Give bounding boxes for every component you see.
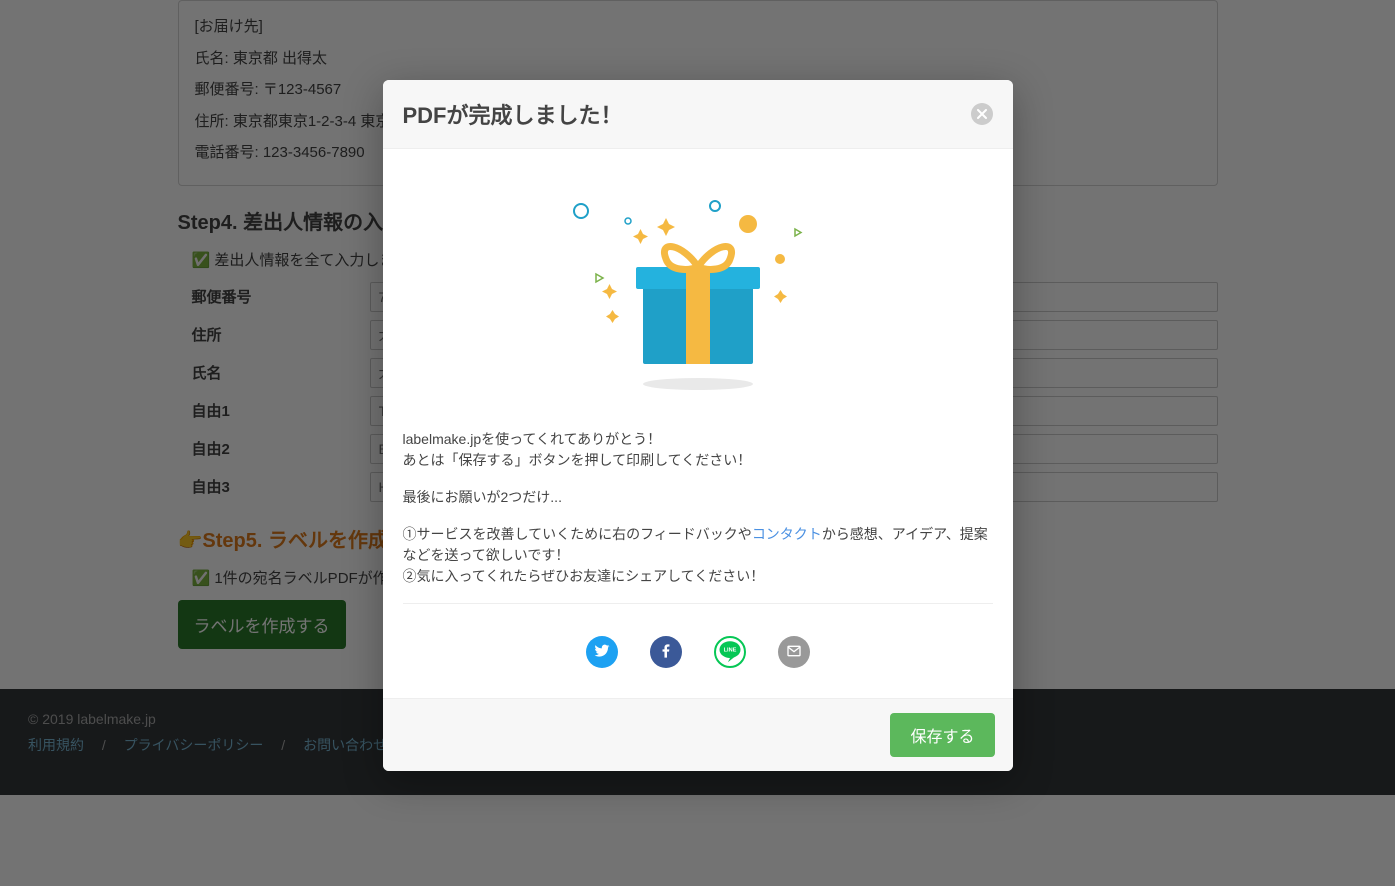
pdf-complete-modal: PDFが完成しました！ (383, 80, 1013, 771)
share-email-button[interactable] (778, 636, 810, 668)
modal-title: PDFが完成しました！ (403, 98, 623, 130)
share-line-button[interactable]: LINE (714, 636, 746, 668)
modal-text-ask1: ①サービスを改善していくために右のフィードバックやコンタクトから感想、アイデア、… (403, 524, 993, 566)
contact-link[interactable]: コンタクト (752, 526, 822, 542)
twitter-icon (594, 643, 610, 662)
modal-text-ask2: ②気に入ってくれたらぜひお友達にシェアしてください！ (403, 566, 993, 587)
save-button[interactable]: 保存する (890, 713, 994, 757)
modal-text-instruction: あとは「保存する」ボタンを押して印刷してください！ (403, 450, 993, 471)
line-icon: LINE (716, 637, 744, 668)
modal-text-asks-intro: 最後にお願いが2つだけ... (403, 487, 993, 508)
facebook-icon (658, 643, 674, 662)
email-icon (786, 643, 802, 662)
modal-text-thanks: labelmake.jpを使ってくれてありがとう！ (403, 429, 993, 450)
modal-overlay[interactable]: PDFが完成しました！ (0, 0, 1395, 886)
svg-text:LINE: LINE (723, 647, 736, 653)
close-icon (977, 103, 987, 125)
share-twitter-button[interactable] (586, 636, 618, 668)
modal-close-button[interactable] (971, 103, 993, 125)
gift-illustration (403, 169, 993, 429)
share-facebook-button[interactable] (650, 636, 682, 668)
